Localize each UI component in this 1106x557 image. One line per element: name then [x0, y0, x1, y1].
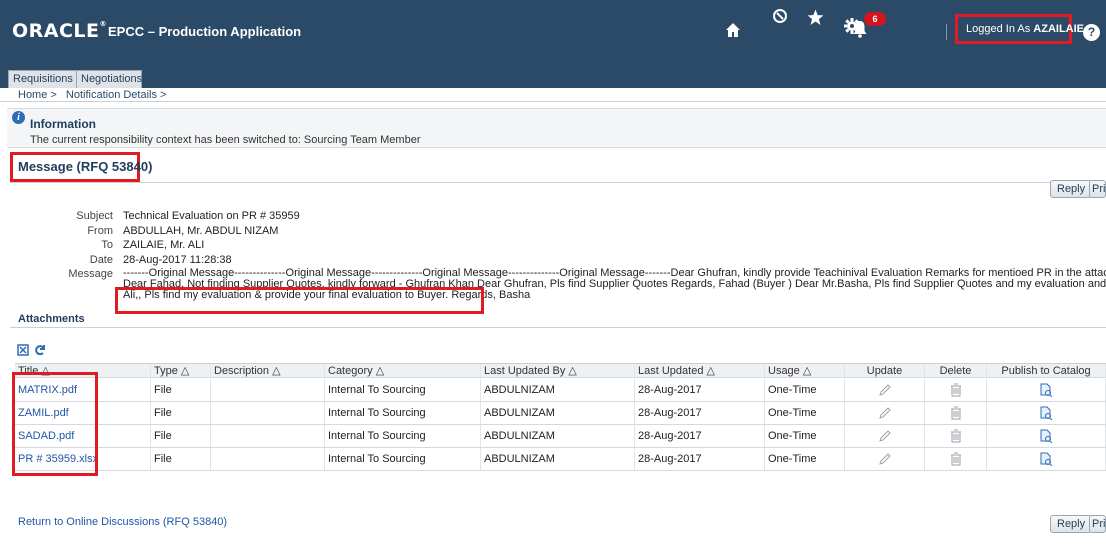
attachment-category: Internal To Sourcing [325, 425, 481, 447]
date-value: 28-Aug-2017 11:28:38 [123, 254, 232, 266]
column-header-publish-to-catalog: Publish to Catalog [987, 364, 1106, 377]
attachment-last-updated: 28-Aug-2017 [635, 448, 765, 470]
update-pencil-icon[interactable] [845, 379, 925, 401]
table-row: MATRIX.pdf File Internal To Sourcing ABDULN… [15, 379, 1106, 402]
attachment-category: Internal To Sourcing [325, 379, 481, 401]
update-pencil-icon[interactable] [845, 425, 925, 447]
attachment-usage: One-Time [765, 448, 845, 470]
attachment-type: File [151, 448, 211, 470]
attachment-usage: One-Time [765, 425, 845, 447]
update-pencil-icon[interactable] [845, 402, 925, 424]
logged-in-prefix: Logged In As [966, 23, 1031, 35]
attachment-description [211, 425, 325, 447]
information-title: Information [30, 117, 96, 131]
attachment-description [211, 448, 325, 470]
breadcrumb-home[interactable]: Home > [18, 89, 57, 101]
subject-value: Technical Evaluation on PR # 35959 [123, 210, 300, 222]
logged-in-username: AZAILAIE [1033, 23, 1085, 35]
printable-page-button-bottom[interactable]: Pri [1089, 515, 1106, 533]
table-header-row: Title △ Type △ Description △ Category △ … [15, 363, 1106, 378]
attachment-type: File [151, 402, 211, 424]
message-divider [10, 182, 1106, 183]
update-pencil-icon[interactable] [845, 448, 925, 470]
column-header-description[interactable]: Description △ [211, 364, 325, 377]
attachments-title: Attachments [18, 313, 85, 325]
refresh-icon[interactable] [34, 344, 46, 359]
column-header-delete: Delete [925, 364, 987, 377]
information-text: The current responsibility context has b… [30, 134, 421, 146]
attachment-category: Internal To Sourcing [325, 448, 481, 470]
attachment-last-updated: 28-Aug-2017 [635, 379, 765, 401]
tab-requisitions[interactable]: Requisitions [8, 70, 78, 88]
tab-negotiations[interactable]: Negotiations [76, 70, 142, 88]
table-row: SADAD.pdf File Internal To Sourcing ABDULNI… [15, 425, 1106, 448]
column-header-usage[interactable]: Usage △ [765, 364, 845, 377]
attachment-usage: One-Time [765, 379, 845, 401]
detach-table-icon[interactable] [17, 344, 29, 359]
attachment-category: Internal To Sourcing [325, 402, 481, 424]
delete-trash-icon[interactable] [925, 448, 987, 470]
to-value: ZAILAIE, Mr. ALI [123, 239, 205, 251]
column-header-type[interactable]: Type △ [151, 364, 211, 377]
column-header-category[interactable]: Category △ [325, 364, 481, 377]
oracle-logo: ORACLE® [12, 20, 108, 42]
attachment-type: File [151, 425, 211, 447]
attachment-type: File [151, 379, 211, 401]
attachment-last-updated-by: ABDULNIZAM [481, 402, 635, 424]
publish-to-catalog-icon[interactable] [987, 402, 1106, 424]
home-icon[interactable] [725, 22, 741, 38]
title-column-highlight [12, 372, 98, 476]
message-label: Message [68, 268, 113, 280]
favorites-menu-icon[interactable] [772, 8, 788, 24]
star-icon[interactable] [807, 9, 824, 26]
from-label: From [87, 225, 113, 237]
publish-to-catalog-icon[interactable] [987, 448, 1106, 470]
info-icon: i [12, 111, 25, 124]
attachment-last-updated-by: ABDULNIZAM [481, 448, 635, 470]
attachment-last-updated: 28-Aug-2017 [635, 425, 765, 447]
attachment-usage: One-Time [765, 402, 845, 424]
app-title: EPCC – Production Application [108, 24, 302, 39]
delete-trash-icon[interactable] [925, 425, 987, 447]
publish-to-catalog-icon[interactable] [987, 379, 1106, 401]
attachment-description [211, 402, 325, 424]
table-row: ZAMIL.pdf File Internal To Sourcing ABDULNI… [15, 402, 1106, 425]
help-icon[interactable]: ? [1083, 24, 1100, 41]
column-header-update: Update [845, 364, 925, 377]
attachment-description [211, 379, 325, 401]
delete-trash-icon[interactable] [925, 402, 987, 424]
attachments-divider [10, 327, 1106, 328]
reply-button-top[interactable]: Reply [1050, 180, 1093, 198]
message-title: Message (RFQ 53840) [18, 159, 153, 174]
delete-trash-icon[interactable] [925, 379, 987, 401]
attachment-last-updated-by: ABDULNIZAM [481, 425, 635, 447]
return-to-discussions-link[interactable]: Return to Online Discussions (RFQ 53840) [18, 516, 227, 528]
app-header: ORACLE® EPCC – Production Application 6 … [0, 0, 1106, 88]
column-header-last-updated-by[interactable]: Last Updated By △ [481, 364, 635, 377]
from-value: ABDULLAH, Mr. ABDUL NIZAM [123, 225, 279, 237]
notification-count-badge: 6 [864, 12, 886, 26]
table-row: PR # 35959.xlsx File Internal To Sourcing A… [15, 448, 1106, 471]
reply-button-bottom[interactable]: Reply [1050, 515, 1093, 533]
logged-in-user[interactable]: Logged In As AZAILAIE [955, 14, 1084, 44]
to-label: To [101, 239, 113, 251]
date-label: Date [89, 254, 113, 266]
subject-label: Subject [76, 210, 113, 222]
attachment-last-updated-by: ABDULNIZAM [481, 379, 635, 401]
attachment-last-updated: 28-Aug-2017 [635, 402, 765, 424]
breadcrumb-notification-details[interactable]: Notification Details > [66, 89, 167, 101]
column-header-last-updated[interactable]: Last Updated △ [635, 364, 765, 377]
message-highlight [115, 287, 484, 314]
breadcrumb: Home > Notification Details > [18, 89, 172, 101]
publish-to-catalog-icon[interactable] [987, 425, 1106, 447]
header-separator [946, 24, 947, 40]
printable-page-button-top[interactable]: Pri [1089, 180, 1106, 198]
